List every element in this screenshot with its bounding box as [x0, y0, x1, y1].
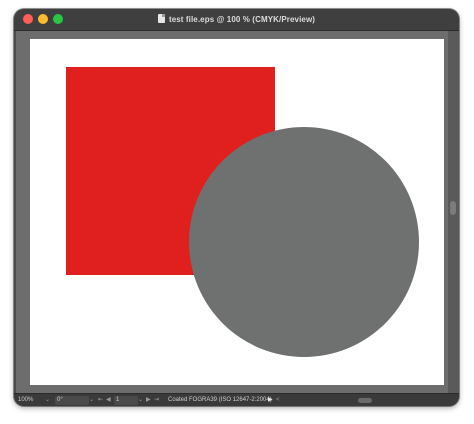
horizontal-scroll-thumb[interactable]: [358, 398, 372, 403]
artwork-canvas: [66, 67, 419, 357]
window-title: test file.eps @ 100 % (CMYK/Preview): [168, 15, 316, 24]
pasteboard[interactable]: [16, 31, 448, 393]
page-number-value: 1: [116, 397, 120, 403]
window-title-group: test file.eps @ 100 % (CMYK/Preview): [14, 9, 459, 30]
previous-page-icon[interactable]: ◀: [106, 396, 111, 405]
page-number-field[interactable]: 1: [114, 396, 138, 405]
zoom-level-field[interactable]: 100%: [18, 396, 33, 405]
document-icon: [157, 14, 165, 23]
scroll-left-icon[interactable]: <: [276, 396, 280, 405]
zoom-level-value: 100%: [18, 397, 34, 403]
zoom-dropdown-icon[interactable]: ⌄: [45, 396, 50, 405]
gray-circle[interactable]: [189, 127, 419, 357]
rotation-dropdown-icon[interactable]: ⌄: [89, 396, 94, 405]
title-bar[interactable]: test file.eps @ 100 % (CMYK/Preview): [14, 9, 459, 31]
status-bar: 100% ⌄ 0° ⌄ ⇤ ◀ 1 ⌄ ▶ ⇥ Coated FOGRA39 (…: [14, 393, 459, 406]
color-profile-label: Coated FOGRA39 (ISO 12647-2:2004): [168, 397, 272, 403]
vertical-scrollbar[interactable]: [448, 31, 459, 393]
rotation-field[interactable]: 0°: [55, 396, 89, 405]
first-page-icon[interactable]: ⇤: [98, 396, 103, 405]
rotation-value: 0°: [57, 397, 63, 403]
next-page-icon[interactable]: ▶: [146, 396, 151, 405]
last-page-icon[interactable]: ⇥: [154, 396, 159, 405]
document-window: test file.eps @ 100 % (CMYK/Preview) 100…: [14, 9, 459, 406]
page-dropdown-icon[interactable]: ⌄: [138, 396, 143, 405]
artboard[interactable]: [30, 39, 444, 385]
status-menu-icon[interactable]: ▶: [268, 396, 273, 405]
vertical-scroll-thumb[interactable]: [450, 201, 456, 215]
